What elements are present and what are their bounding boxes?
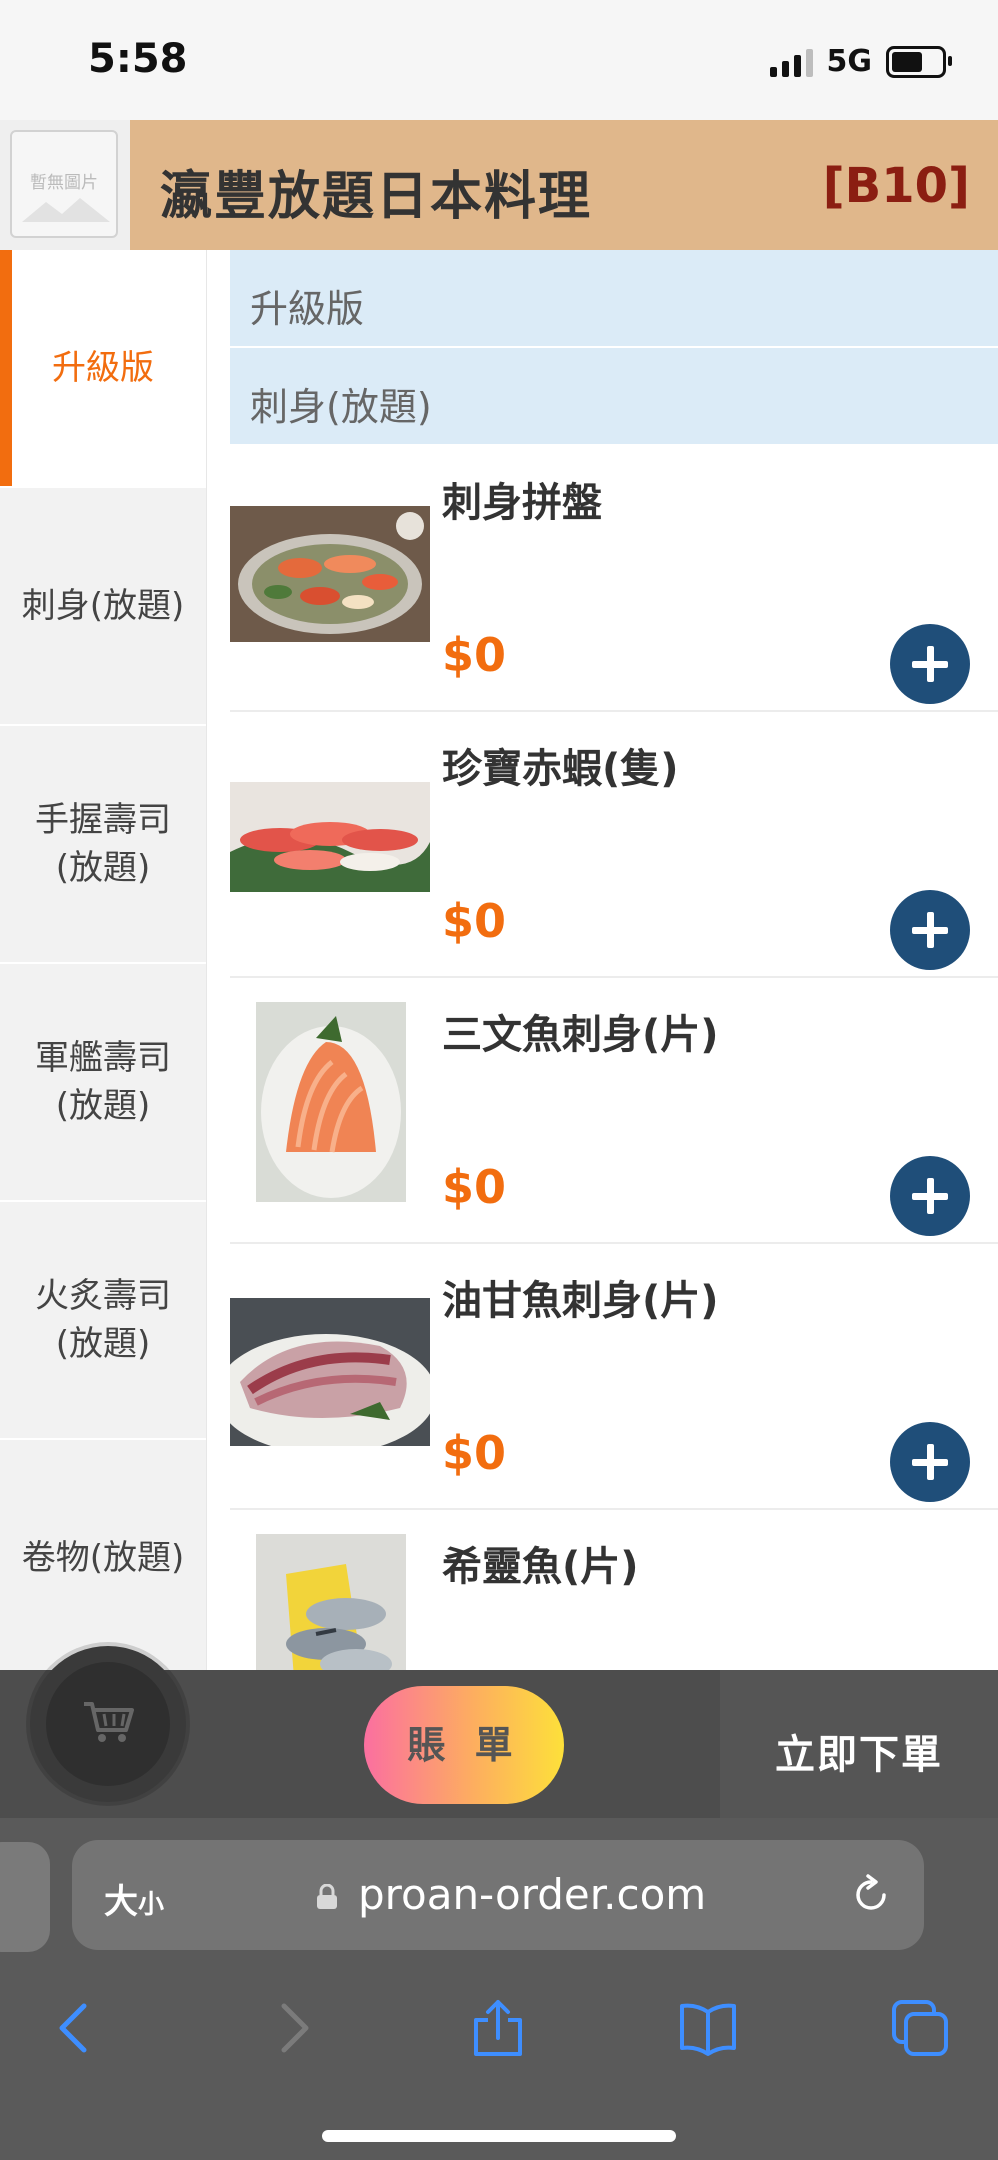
text-size-label: 大: [104, 1882, 138, 1922]
menu-item[interactable]: 希靈魚(片): [230, 1510, 998, 1670]
item-price: $0: [442, 1160, 507, 1214]
section-title: 升級版: [250, 287, 365, 331]
browser-nav-bar: [0, 1968, 998, 2088]
add-to-cart-button[interactable]: [890, 1156, 970, 1236]
bookmarks-icon[interactable]: [678, 1998, 738, 2058]
category-nigiri[interactable]: 手握壽司 (放題): [0, 726, 206, 964]
status-time: 5:58: [88, 36, 188, 82]
category-label: 火炙壽司 (放題): [35, 1276, 171, 1364]
lock-icon: [317, 1884, 337, 1909]
status-bar: 5:58 5G: [0, 0, 998, 120]
table-number: [B10]: [822, 158, 970, 214]
item-image: [256, 1002, 406, 1202]
menu-list[interactable]: 升級版 刺身(放題) 刺身拼盤 $0 珍寶赤蝦(隻) $0 三文魚刺身(片) $…: [230, 250, 998, 1670]
store-header: 暫無圖片 瀛豐放題日本料理 [B10]: [0, 120, 998, 250]
add-to-cart-button[interactable]: [890, 1422, 970, 1502]
battery-icon: [886, 45, 952, 78]
store-logo: 暫無圖片: [0, 120, 130, 250]
category-maki[interactable]: 卷物(放題): [0, 1440, 206, 1678]
reload-icon[interactable]: [850, 1874, 892, 1916]
item-name: 希靈魚(片): [442, 1544, 639, 1590]
item-price: $0: [442, 628, 507, 682]
place-order-button[interactable]: 立即下單: [720, 1670, 998, 1818]
category-gunkan[interactable]: 軍艦壽司 (放題): [0, 964, 206, 1202]
item-price: $0: [442, 894, 507, 948]
category-upgrade[interactable]: 升級版: [0, 250, 206, 488]
section-header-upgrade: 升級版: [230, 250, 998, 348]
add-to-cart-button[interactable]: [890, 890, 970, 970]
browser-toolbar: 大小 proan-order.com: [0, 1818, 998, 2160]
home-indicator: [322, 2130, 676, 2142]
item-image: [230, 782, 430, 892]
category-label: 軍艦壽司 (放題): [35, 1038, 171, 1126]
share-icon[interactable]: [468, 1998, 528, 2058]
store-name: 瀛豐放題日本料理: [160, 167, 593, 227]
section-header-sashimi: 刺身(放題): [230, 348, 998, 446]
back-icon[interactable]: [46, 1998, 106, 2058]
item-name: 刺身拼盤: [442, 480, 602, 526]
network-type: 5G: [826, 44, 873, 79]
item-image: [230, 506, 430, 642]
category-sashimi[interactable]: 刺身(放題): [0, 488, 206, 726]
category-aburi[interactable]: 火炙壽司 (放題): [0, 1202, 206, 1440]
place-order-label: 立即下單: [775, 1732, 943, 1778]
item-price: $0: [442, 1426, 507, 1480]
item-name: 珍寶赤蝦(隻): [442, 746, 679, 792]
menu-item[interactable]: 刺身拼盤 $0: [230, 446, 998, 712]
tabs-icon[interactable]: [890, 1998, 950, 2058]
item-name: 三文魚刺身(片): [442, 1012, 719, 1058]
item-image: [230, 1298, 430, 1446]
text-size-small-label: 小: [138, 1890, 165, 1920]
category-label: 手握壽司 (放題): [35, 800, 171, 888]
category-label: 升級版: [52, 348, 154, 388]
placeholder-image-icon: 暫無圖片: [10, 130, 118, 238]
menu-item[interactable]: 三文魚刺身(片) $0: [230, 978, 998, 1244]
previous-tab[interactable]: [0, 1842, 50, 1952]
url-text: proan-order.com: [358, 1870, 707, 1919]
status-indicators: 5G: [769, 44, 952, 79]
section-title: 刺身(放題): [250, 385, 432, 429]
item-name: 油甘魚刺身(片): [442, 1278, 719, 1324]
address-bar[interactable]: 大小 proan-order.com: [72, 1840, 924, 1950]
add-to-cart-button[interactable]: [890, 624, 970, 704]
menu-item[interactable]: 油甘魚刺身(片) $0: [230, 1244, 998, 1510]
logo-placeholder-text: 暫無圖片: [30, 173, 98, 193]
category-label: 刺身(放題): [21, 586, 185, 626]
category-label: 卷物(放題): [21, 1538, 185, 1578]
category-sidebar: 升級版 刺身(放題) 手握壽司 (放題) 軍艦壽司 (放題) 火炙壽司 (放題)…: [0, 250, 207, 1678]
item-image: [256, 1534, 406, 1670]
cart-icon: [84, 1702, 134, 1742]
menu-item[interactable]: 珍寶赤蝦(隻) $0: [230, 712, 998, 978]
signal-icon: [769, 47, 813, 77]
bill-button[interactable]: 賬 單: [364, 1686, 564, 1804]
cart-button[interactable]: [30, 1646, 186, 1802]
forward-icon[interactable]: [262, 1998, 322, 2058]
text-size-button[interactable]: 大小: [104, 1874, 164, 1923]
